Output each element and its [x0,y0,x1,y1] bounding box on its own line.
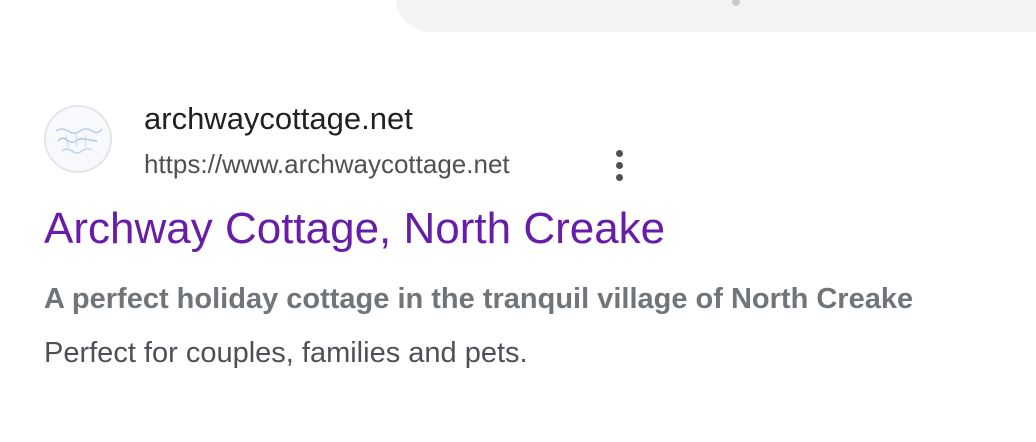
more-vert-icon-dot [615,173,623,181]
cottage-logo-icon [46,107,110,171]
site-url[interactable]: https://www.archwaycottage.net [144,147,510,181]
site-name[interactable]: archwaycottage.net [144,99,413,139]
result-snippet-text: Perfect for couples, families and pets. [44,337,528,369]
search-bar-bottom-edge[interactable] [396,0,1036,32]
result-title-link[interactable]: Archway Cottage, North Creake [44,202,665,256]
more-vert-icon-dot [615,161,623,169]
search-bar-indicator [732,0,740,6]
result-snippet-bold: A perfect holiday cottage in the tranqui… [44,283,914,315]
site-favicon-icon[interactable] [44,105,112,173]
more-options-button[interactable] [603,145,635,185]
search-results-page: archwaycottage.net https://www.archwayco… [0,0,1036,442]
more-vert-icon-dot [615,149,623,157]
